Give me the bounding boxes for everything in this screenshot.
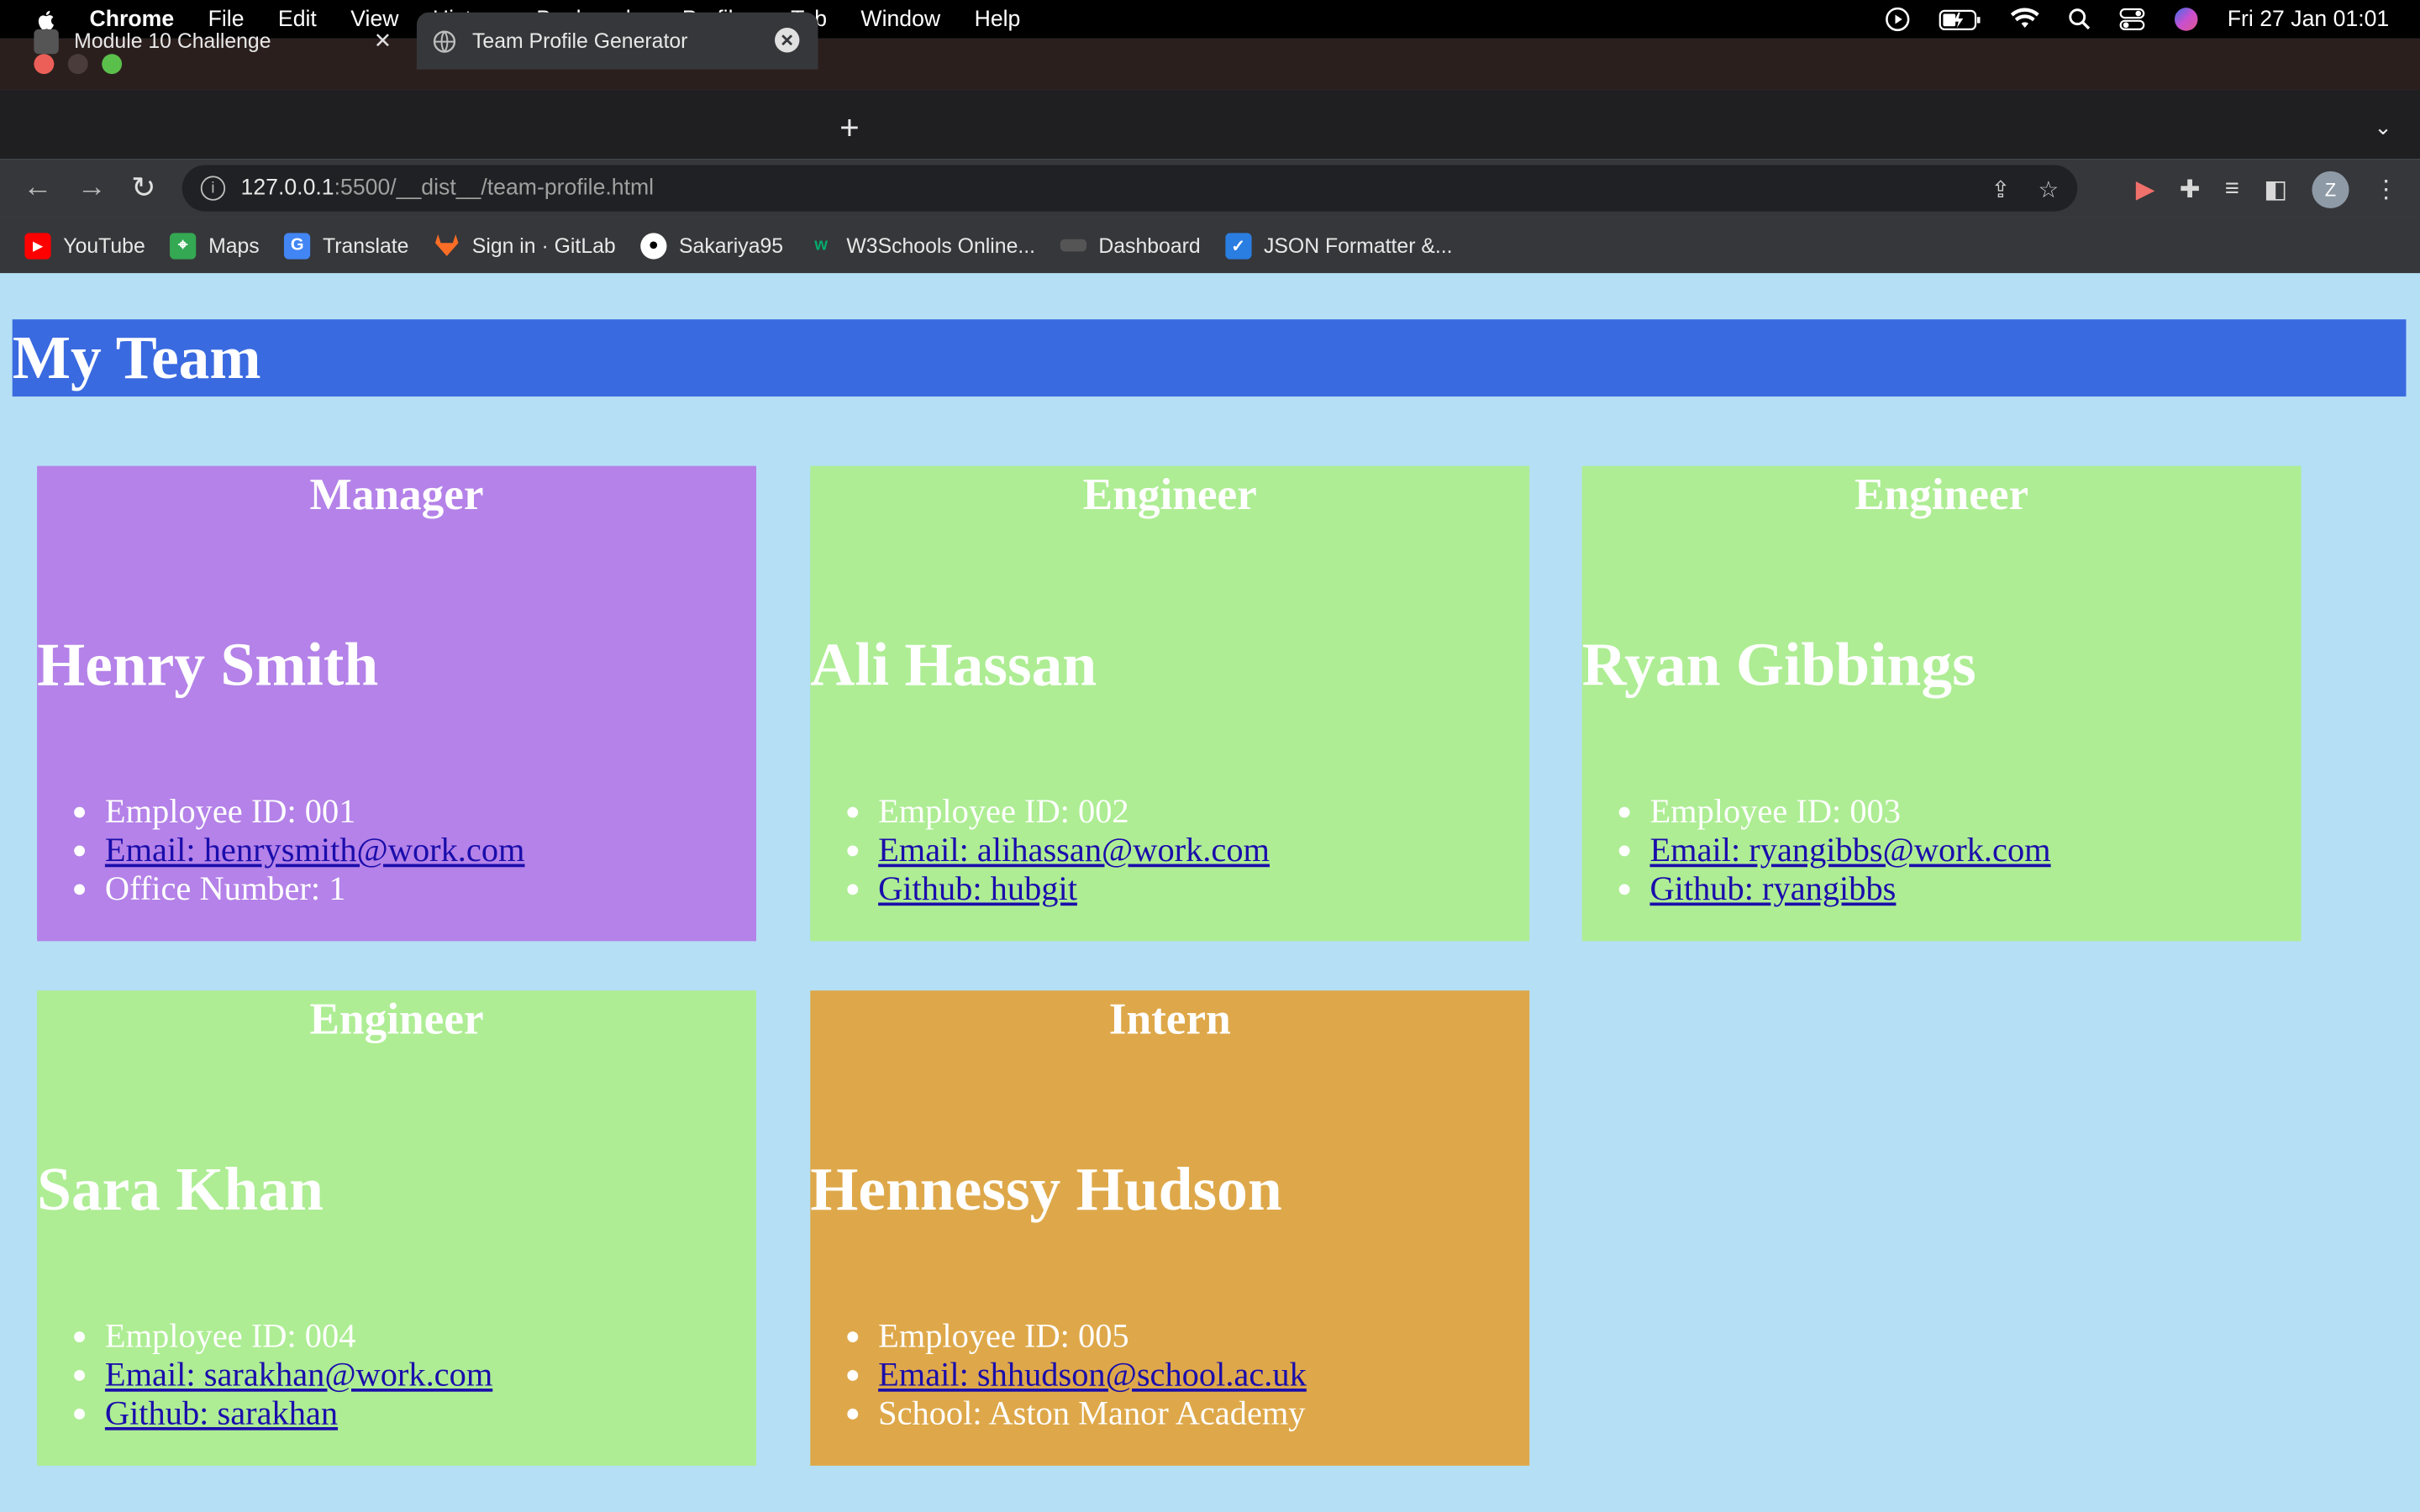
tab-title: Team Profile Generator (472, 29, 688, 53)
bookmark-label: YouTube (63, 234, 145, 257)
employee-card-intern: Intern Hennessy Hudson Employee ID: 005 … (810, 990, 1530, 1466)
school-name: School: Aston Manor Academy (878, 1394, 1529, 1432)
menu-help[interactable]: Help (975, 7, 1021, 31)
card-details: Employee ID: 002 Email: alihassan@work.c… (810, 791, 1529, 907)
bookmark-json-formatter[interactable]: ✓ JSON Formatter &... (1225, 232, 1453, 259)
share-icon[interactable]: ⇪ (1991, 176, 2010, 203)
page-title: My Team (12, 322, 261, 392)
bookmark-dashboard[interactable]: Dashboard (1060, 234, 1201, 257)
url-path: :5500/__dist__/team-profile.html (334, 176, 655, 201)
bookmark-translate[interactable]: G Translate (284, 232, 409, 259)
github-link[interactable]: Github: ryangibbs (1649, 869, 1896, 907)
media-queue-icon[interactable]: ≡ (2225, 176, 2239, 203)
card-name: Hennessy Hudson (810, 1153, 1282, 1224)
address-bar[interactable]: i 127.0.0.1:5500/__dist__/team-profile.h… (182, 165, 2078, 212)
side-panel-icon[interactable]: ◧ (2264, 175, 2287, 206)
bookmark-maps[interactable]: ⌖ Maps (170, 232, 260, 259)
url-host: 127.0.0.1 (240, 176, 334, 201)
extension-red-icon[interactable]: ▶ (2136, 175, 2155, 206)
card-role: Engineer (1082, 470, 1257, 520)
translate-icon: G (284, 232, 311, 259)
siri-icon[interactable] (2173, 6, 2199, 32)
module-favicon-icon (34, 28, 59, 54)
battery-icon[interactable] (1939, 8, 1981, 30)
wifi-icon[interactable] (2010, 8, 2041, 31)
tab-team-profile-generator[interactable]: Team Profile Generator ✕ (416, 12, 818, 70)
email-link[interactable]: Email: shhudson@school.ac.uk (878, 1355, 1307, 1394)
employee-id: Employee ID: 002 (878, 791, 1529, 830)
bookmark-label: Sakariya95 (679, 234, 784, 257)
card-name: Ryan Gibbings (1581, 629, 1976, 700)
bookmark-label: JSON Formatter &... (1263, 234, 1453, 257)
back-arrow-icon[interactable]: ← (24, 171, 53, 205)
card-details: Employee ID: 001 Email: henrysmith@work.… (37, 791, 756, 907)
employee-id: Employee ID: 003 (1649, 791, 2301, 830)
search-icon[interactable] (2069, 8, 2092, 31)
bookmark-label: W3Schools Online... (846, 234, 1036, 257)
control-center-icon[interactable] (2119, 8, 2145, 31)
email-link[interactable]: Email: alihassan@work.com (878, 830, 1270, 869)
youtube-icon: ▶ (24, 232, 51, 259)
employee-card-engineer: Engineer Sara Khan Employee ID: 004 Emai… (37, 990, 756, 1466)
w3schools-icon: w (814, 236, 828, 255)
bookmarks-bar: ▶ YouTube ⌖ Maps G Translate Sign in · G… (0, 217, 2420, 275)
card-role: Intern (1108, 995, 1231, 1045)
card-name: Henry Smith (37, 629, 379, 700)
puzzle-extensions-icon[interactable]: ✚ (2180, 175, 2201, 206)
bookmark-github[interactable]: ● Sakariya95 (640, 232, 784, 259)
menu-window[interactable]: Window (860, 7, 940, 31)
play-icon[interactable] (1885, 6, 1911, 32)
employee-id: Employee ID: 004 (105, 1316, 756, 1355)
tab-strip (0, 89, 2420, 160)
new-tab-plus-icon[interactable]: + (839, 108, 860, 149)
dashboard-icon (1060, 239, 1086, 252)
json-check-icon: ✓ (1225, 232, 1252, 259)
bookmark-star-icon[interactable]: ☆ (2038, 176, 2059, 203)
bookmark-gitlab[interactable]: Sign in · GitLab (434, 232, 616, 258)
email-link[interactable]: Email: ryangibbs@work.com (1649, 830, 2050, 869)
card-name: Ali Hassan (810, 629, 1097, 700)
github-icon: ● (640, 232, 667, 259)
email-link[interactable]: Email: sarakhan@work.com (105, 1355, 492, 1394)
card-role: Engineer (309, 995, 484, 1045)
card-name: Sara Khan (37, 1153, 324, 1224)
tab-module-10-challenge[interactable]: Module 10 Challenge ✕ (18, 13, 413, 70)
site-info-icon[interactable]: i (200, 176, 226, 201)
team-banner: My Team (12, 319, 2407, 397)
office-number: Office Number: 1 (105, 869, 756, 907)
kebab-menu-icon[interactable]: ⋮ (2374, 175, 2398, 206)
browser-toolbar: ← → ↻ i 127.0.0.1:5500/__dist__/team-pro… (0, 159, 2420, 218)
github-link[interactable]: Github: sarakhan (105, 1394, 338, 1432)
email-link[interactable]: Email: henrysmith@work.com (105, 830, 525, 869)
tab-title: Module 10 Challenge (74, 29, 271, 53)
card-details: Employee ID: 003 Email: ryangibbs@work.c… (1582, 791, 2302, 907)
gitlab-icon (434, 232, 460, 258)
bookmark-label: Translate (323, 234, 409, 257)
page-content: My Team Manager Henry Smith Employee ID:… (0, 273, 2420, 1512)
card-details: Employee ID: 004 Email: sarakhan@work.co… (37, 1316, 756, 1432)
bookmark-w3schools[interactable]: w W3Schools Online... (808, 232, 1035, 258)
card-details: Employee ID: 005 Email: shhudson@school.… (810, 1316, 1529, 1432)
close-tab-icon[interactable]: ✕ (371, 27, 395, 52)
employee-card-engineer: Engineer Ali Hassan Employee ID: 002 Ema… (810, 465, 1530, 942)
globe-icon (432, 29, 456, 53)
card-role: Engineer (1854, 470, 2029, 520)
github-link[interactable]: Github: hubgit (878, 869, 1077, 907)
employee-card-engineer: Engineer Ryan Gibbings Employee ID: 003 … (1581, 465, 2302, 942)
maps-icon: ⌖ (170, 232, 197, 259)
profile-avatar[interactable]: Z (2312, 171, 2349, 208)
employee-id: Employee ID: 001 (105, 791, 756, 830)
reload-icon[interactable]: ↻ (131, 171, 155, 207)
close-tab-icon[interactable]: ✕ (775, 28, 800, 53)
menubar-clock[interactable]: Fri 27 Jan 01:01 (2228, 7, 2389, 31)
bookmark-label: Sign in · GitLab (471, 234, 616, 257)
forward-arrow-icon[interactable]: → (77, 171, 107, 205)
bookmark-label: Dashboard (1098, 234, 1201, 257)
card-role: Manager (309, 470, 484, 520)
bookmark-label: Maps (208, 234, 260, 257)
bookmark-youtube[interactable]: ▶ YouTube (24, 232, 145, 259)
chevron-down-icon[interactable]: ⌄ (2374, 114, 2392, 140)
employee-id: Employee ID: 005 (878, 1316, 1529, 1355)
employee-card-manager: Manager Henry Smith Employee ID: 001 Ema… (37, 465, 756, 942)
